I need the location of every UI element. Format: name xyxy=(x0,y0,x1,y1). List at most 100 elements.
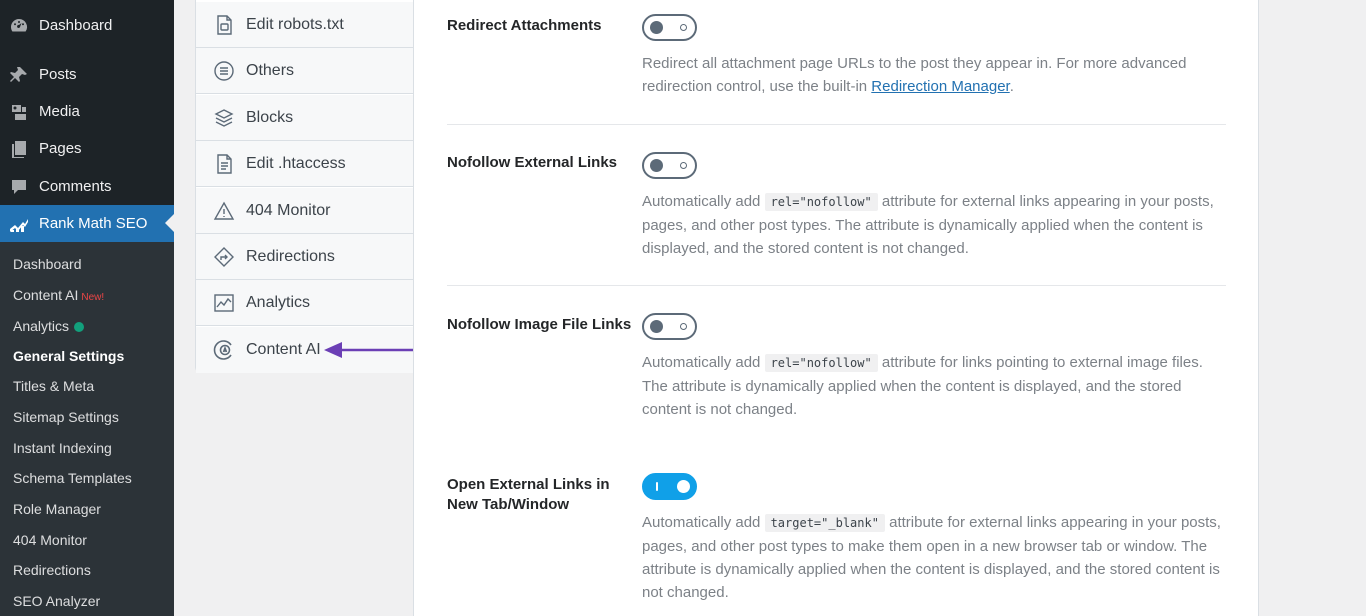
submenu-label: Schema Templates xyxy=(13,470,132,486)
settings-tab-redirections[interactable]: Redirections xyxy=(196,234,415,280)
submenu-item-general-settings[interactable]: General Settings xyxy=(13,348,124,364)
menu-item-label: Pages xyxy=(39,140,82,157)
dashboard-icon xyxy=(9,16,29,36)
robots-file-icon xyxy=(213,14,235,36)
field-redirect-attachments: Redirect Attachments Redirect all attach… xyxy=(447,0,1226,125)
menu-item-label: Rank Math SEO xyxy=(39,215,148,232)
submenu-item-instant-indexing[interactable]: Instant Indexing xyxy=(13,440,112,456)
nofollow-external-links-toggle[interactable] xyxy=(642,152,697,179)
submenu-item-content-ai[interactable]: Content AI New! xyxy=(13,287,104,303)
description-text: Automatically add xyxy=(642,514,765,531)
new-badge: New! xyxy=(81,292,105,303)
toggle-knob xyxy=(650,21,663,34)
submenu-item-schema-templates[interactable]: Schema Templates xyxy=(13,470,132,486)
list-circle-icon xyxy=(213,60,235,82)
submenu-label: 404 Monitor xyxy=(13,532,87,548)
code-snippet: rel="nofollow" xyxy=(764,193,878,211)
media-icon xyxy=(9,102,29,122)
field-description: Redirect all attachment page URLs to the… xyxy=(642,52,1227,98)
submenu-label: Redirections xyxy=(13,562,91,578)
code-snippet: rel="nofollow" xyxy=(764,354,878,372)
field-open-external-links-new-tab: Open External Links in New Tab/Window Au… xyxy=(447,446,1226,616)
submenu-label: Sitemap Settings xyxy=(13,409,119,425)
submenu-label: Analytics xyxy=(13,318,70,334)
settings-panel: Redirect Attachments Redirect all attach… xyxy=(413,0,1259,616)
settings-tab-label: Content AI xyxy=(246,341,321,358)
field-nofollow-external-links: Nofollow External Links Automatically ad… xyxy=(447,125,1226,286)
field-label: Nofollow Image File Links xyxy=(447,316,632,333)
submenu-item-titles-meta[interactable]: Titles & Meta xyxy=(13,378,94,394)
description-text: Automatically add xyxy=(642,193,765,210)
code-snippet: target="_blank" xyxy=(764,514,885,532)
settings-tab-label: Edit .htaccess xyxy=(246,154,346,172)
description-text: . xyxy=(1009,78,1014,95)
settings-tab-analytics[interactable]: Analytics xyxy=(196,280,415,326)
analytics-chart-icon xyxy=(213,292,235,314)
submenu-item-sitemap-settings[interactable]: Sitemap Settings xyxy=(13,409,119,425)
menu-item-label: Comments xyxy=(39,178,112,195)
field-label: Nofollow External Links xyxy=(447,154,618,171)
settings-tab-edit-robots[interactable]: Edit robots.txt xyxy=(196,2,415,48)
warning-triangle-icon xyxy=(213,200,235,222)
settings-tab-404-monitor[interactable]: 404 Monitor xyxy=(196,188,415,234)
status-dot-icon xyxy=(74,322,85,332)
description-text: Automatically add xyxy=(642,354,765,371)
field-description: Automatically add rel="nofollow" attribu… xyxy=(642,351,1227,421)
pages-icon xyxy=(9,139,29,159)
toggle-off-icon xyxy=(680,162,687,169)
field-description: Automatically add rel="nofollow" attribu… xyxy=(642,190,1227,260)
content-ai-icon xyxy=(213,339,235,361)
submenu-item-dashboard[interactable]: Dashboard xyxy=(13,256,82,272)
settings-tab-label: Others xyxy=(246,61,295,79)
toggle-knob xyxy=(650,320,663,333)
submenu-label: Content AI xyxy=(13,287,79,303)
menu-item-dashboard[interactable]: Dashboard xyxy=(0,7,174,44)
menu-item-rank-math-seo[interactable]: Rank Math SEO xyxy=(0,205,174,242)
field-description: Automatically add target="_blank" attrib… xyxy=(642,511,1227,604)
wp-admin-sidebar: Dashboard Posts Media Pages Comments Ran… xyxy=(0,0,174,616)
menu-item-media[interactable]: Media xyxy=(0,93,174,130)
settings-tab-label: Analytics xyxy=(246,293,311,311)
settings-tab-nav: Edit robots.txt Others Blocks Edit .htac… xyxy=(195,0,415,373)
toggle-off-icon xyxy=(680,323,687,330)
blocks-icon xyxy=(213,107,235,129)
menu-item-posts[interactable]: Posts xyxy=(0,56,174,93)
toggle-knob xyxy=(677,480,690,493)
submenu-item-analytics[interactable]: Analytics xyxy=(13,318,85,334)
menu-item-label: Posts xyxy=(39,66,77,83)
menu-item-pages[interactable]: Pages xyxy=(0,130,174,167)
settings-tab-label: Edit robots.txt xyxy=(246,15,344,33)
pin-icon xyxy=(9,65,29,85)
rank-math-submenu: Dashboard Content AI New! Analytics Gener… xyxy=(0,242,174,616)
redirect-attachments-toggle[interactable] xyxy=(642,14,697,41)
settings-tab-edit-htaccess[interactable]: Edit .htaccess xyxy=(196,141,415,187)
field-label: Open External Links in New Tab/Window xyxy=(447,476,610,513)
toggle-off-icon xyxy=(680,24,687,31)
submenu-label: Instant Indexing xyxy=(13,440,112,456)
menu-item-comments[interactable]: Comments xyxy=(0,168,174,205)
submenu-label: Dashboard xyxy=(13,256,82,272)
submenu-label: General Settings xyxy=(13,348,125,364)
settings-tab-label: 404 Monitor xyxy=(246,201,331,219)
field-nofollow-image-file-links: Nofollow Image File Links Automatically … xyxy=(447,286,1226,446)
submenu-item-seo-analyzer[interactable]: SEO Analyzer xyxy=(13,593,100,609)
comments-icon xyxy=(9,177,29,197)
field-label: Redirect Attachments xyxy=(447,17,602,34)
htaccess-file-icon xyxy=(213,153,235,175)
submenu-label: Role Manager xyxy=(13,501,101,517)
submenu-item-redirections[interactable]: Redirections xyxy=(13,562,91,578)
redirection-manager-link[interactable]: Redirection Manager xyxy=(871,78,1009,95)
toggle-on-icon xyxy=(656,482,658,491)
settings-tab-blocks[interactable]: Blocks xyxy=(196,95,415,141)
submenu-label: SEO Analyzer xyxy=(13,593,101,609)
open-external-links-new-tab-toggle[interactable] xyxy=(642,473,697,500)
settings-tab-others[interactable]: Others xyxy=(196,48,415,94)
redirect-diamond-icon xyxy=(213,246,235,268)
settings-tab-label: Blocks xyxy=(246,108,294,126)
submenu-label: Titles & Meta xyxy=(13,378,95,394)
submenu-item-role-manager[interactable]: Role Manager xyxy=(13,501,101,517)
nofollow-image-file-links-toggle[interactable] xyxy=(642,313,697,340)
submenu-item-404-monitor[interactable]: 404 Monitor xyxy=(13,532,87,548)
menu-item-label: Media xyxy=(39,103,80,120)
rank-math-icon xyxy=(9,214,29,234)
